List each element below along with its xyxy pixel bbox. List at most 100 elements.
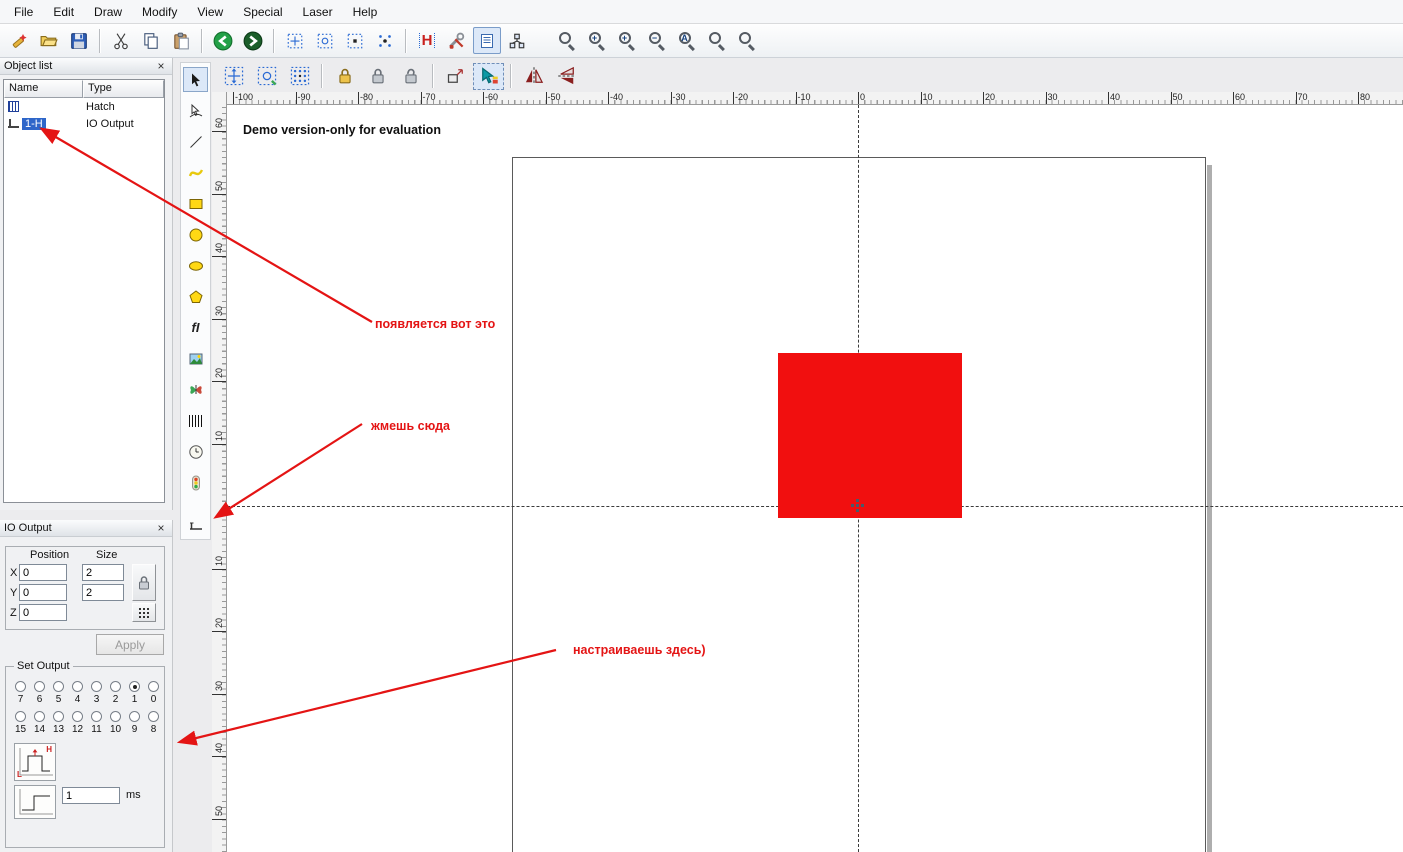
mirror-vertical-icon[interactable]: [551, 63, 582, 90]
zoom-in-icon[interactable]: +: [583, 27, 611, 54]
paste-icon[interactable]: [167, 27, 195, 54]
io-output-object-marker[interactable]: [851, 499, 864, 515]
snap-grid-toggle-icon[interactable]: [284, 63, 315, 90]
tools-icon[interactable]: [443, 27, 471, 54]
radio-bit-11[interactable]: [91, 711, 102, 722]
radio-bit-7[interactable]: [15, 681, 26, 692]
canvas[interactable]: Demo version-only for evaluation: [227, 105, 1403, 852]
radio-bit-14[interactable]: [34, 711, 45, 722]
menu-edit[interactable]: Edit: [43, 1, 84, 23]
menu-help[interactable]: Help: [343, 1, 388, 23]
menu-view[interactable]: View: [187, 1, 233, 23]
ellipse-tool-icon[interactable]: [183, 253, 208, 278]
redo-icon[interactable]: [239, 27, 267, 54]
curve-tool-icon[interactable]: [183, 160, 208, 185]
hatch-icon[interactable]: H: [413, 27, 441, 54]
pulse-width-input[interactable]: [62, 787, 120, 804]
zoom-out-icon[interactable]: −: [643, 27, 671, 54]
circle-tool-icon[interactable]: [183, 222, 208, 247]
polygon-tool-icon[interactable]: [183, 284, 208, 309]
position-z-input[interactable]: [19, 604, 67, 621]
mirror-horizontal-icon[interactable]: [518, 63, 549, 90]
node-edit-tool-icon[interactable]: [183, 98, 208, 123]
radio-bit-10[interactable]: [110, 711, 121, 722]
radio-bit-6[interactable]: [34, 681, 45, 692]
aspect-lock-button[interactable]: [132, 564, 156, 601]
separator: [510, 64, 512, 88]
radio-bit-3[interactable]: [91, 681, 102, 692]
radio-bit-15[interactable]: [15, 711, 26, 722]
radio-bit-0[interactable]: [148, 681, 159, 692]
radio-bit-12[interactable]: [72, 711, 83, 722]
new-icon[interactable]: [5, 27, 33, 54]
text-tool-icon[interactable]: fI: [183, 315, 208, 340]
radio-label: 13: [52, 724, 65, 735]
open-icon[interactable]: [35, 27, 63, 54]
column-type[interactable]: Type: [83, 80, 164, 98]
column-name[interactable]: Name: [4, 80, 83, 98]
put-object-icon[interactable]: [473, 62, 504, 90]
snap-object-icon[interactable]: [341, 27, 369, 54]
select-tool-icon[interactable]: [183, 67, 208, 92]
delay-tool-icon[interactable]: [183, 439, 208, 464]
node-display-icon[interactable]: [503, 27, 531, 54]
menu-draw[interactable]: Draw: [84, 1, 132, 23]
anchor-grid-button[interactable]: [132, 603, 156, 622]
zoom-selection-icon[interactable]: [733, 27, 761, 54]
pulse-low-button[interactable]: [14, 785, 56, 819]
vector-file-tool-icon[interactable]: [183, 377, 208, 402]
lock-icon[interactable]: [329, 63, 360, 90]
radio-label: 6: [36, 694, 43, 705]
main-toolbar: H + + − A: [0, 24, 1403, 58]
edit-node-icon[interactable]: [218, 63, 249, 90]
menu-file[interactable]: File: [4, 1, 43, 23]
close-icon[interactable]: ×: [154, 522, 168, 535]
output-bit-3: 3: [87, 681, 106, 705]
snap-grid-icon[interactable]: [311, 27, 339, 54]
offset-icon[interactable]: [440, 63, 471, 90]
zoom-page-icon[interactable]: [703, 27, 731, 54]
position-y-input[interactable]: [19, 584, 67, 601]
bitmap-tool-icon[interactable]: [183, 346, 208, 371]
snap-guideline-icon[interactable]: [251, 63, 282, 90]
barcode-tool-icon[interactable]: [183, 408, 208, 433]
object-row[interactable]: 1-H IO Output: [4, 115, 164, 132]
size-x-input[interactable]: [82, 564, 124, 581]
close-icon[interactable]: ×: [154, 60, 168, 73]
apply-button[interactable]: Apply: [96, 634, 164, 655]
size-y-input[interactable]: [82, 584, 124, 601]
object-list-toggle-icon[interactable]: [473, 27, 501, 54]
undo-icon[interactable]: [209, 27, 237, 54]
lock-gray-icon[interactable]: [395, 63, 426, 90]
hatch-object-square[interactable]: [778, 353, 962, 518]
radio-bit-5[interactable]: [53, 681, 64, 692]
object-list: Name Type Hatch 1-H IO Output: [3, 79, 165, 503]
unlock-icon[interactable]: [362, 63, 393, 90]
radio-bit-13[interactable]: [53, 711, 64, 722]
zoom-in-region-icon[interactable]: +: [613, 27, 641, 54]
io-output-tool-icon[interactable]: [183, 513, 208, 538]
snap-point-icon[interactable]: [281, 27, 309, 54]
position-x-input[interactable]: [19, 564, 67, 581]
zoom-move-icon[interactable]: [553, 27, 581, 54]
menu-modify[interactable]: Modify: [132, 1, 187, 23]
snap-center-icon[interactable]: [371, 27, 399, 54]
rectangle-tool-icon[interactable]: [183, 191, 208, 216]
menu-special[interactable]: Special: [233, 1, 292, 23]
radio-bit-4[interactable]: [72, 681, 83, 692]
line-tool-icon[interactable]: [183, 129, 208, 154]
radio-bit-8[interactable]: [148, 711, 159, 722]
radio-label: 15: [14, 724, 27, 735]
radio-bit-9[interactable]: [129, 711, 140, 722]
copy-icon[interactable]: [137, 27, 165, 54]
menu-laser[interactable]: Laser: [293, 1, 343, 23]
output-led-tool-icon[interactable]: [183, 470, 208, 495]
hatch-object-icon: [8, 101, 19, 112]
cut-icon[interactable]: [107, 27, 135, 54]
pulse-high-button[interactable]: H L: [14, 743, 56, 781]
zoom-all-icon[interactable]: A: [673, 27, 701, 54]
radio-bit-1[interactable]: [129, 681, 140, 692]
radio-bit-2[interactable]: [110, 681, 121, 692]
object-row[interactable]: Hatch: [4, 98, 164, 115]
save-icon[interactable]: [65, 27, 93, 54]
